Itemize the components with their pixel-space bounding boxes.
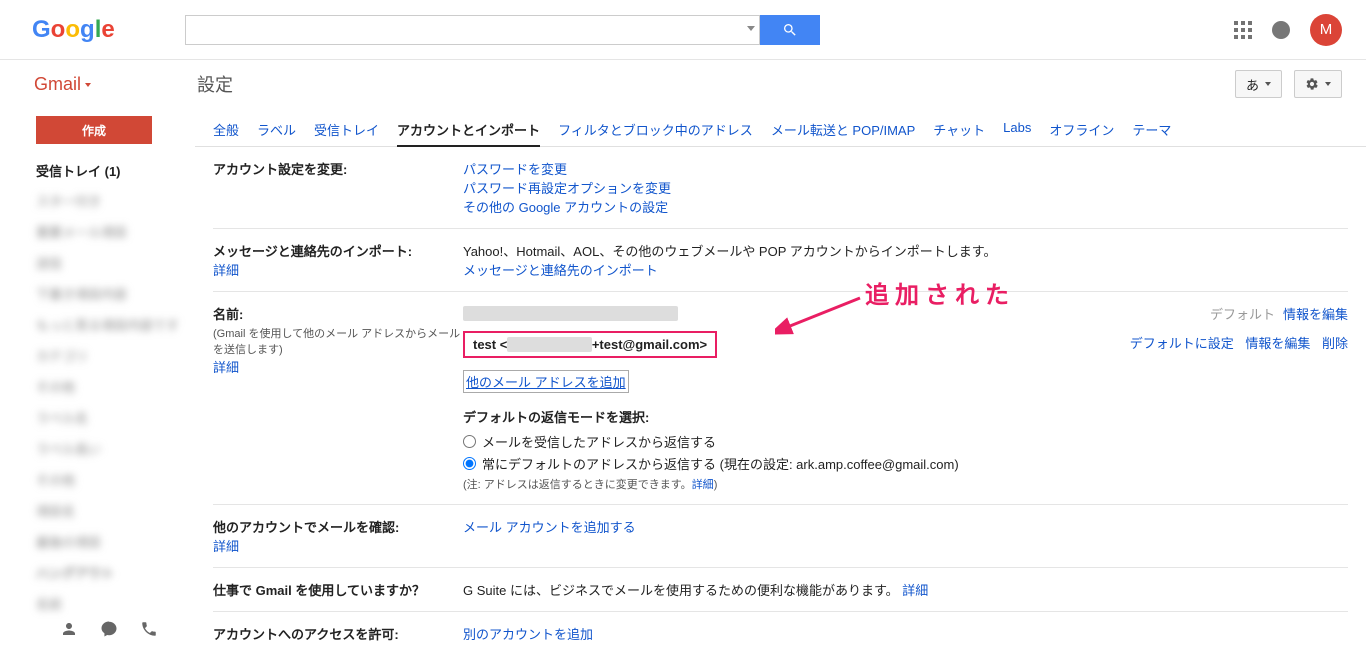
link-other-accounts-detail[interactable]: 詳細: [213, 539, 239, 554]
alias-default-label: デフォルト: [1210, 307, 1275, 322]
link-import-messages[interactable]: メッセージと連絡先のインポート: [463, 263, 658, 278]
label-gsuite: 仕事で Gmail を使用していますか？: [213, 583, 425, 598]
row-account-change: アカウント設定を変更: パスワードを変更 パスワード再設定オプションを変更 その…: [213, 147, 1348, 229]
apps-icon[interactable]: [1234, 21, 1252, 39]
link-import-detail[interactable]: 詳細: [213, 263, 239, 278]
subheader-right: あ: [1235, 70, 1342, 98]
settings-body: アカウント設定を変更: パスワードを変更 パスワード再設定オプションを変更 その…: [195, 147, 1366, 646]
sidebar-item-blurred[interactable]: もっと見る項目内容です: [0, 309, 195, 340]
sidebar-bottom: [0, 620, 195, 638]
alias-row-default: xxxxxxxxxxxxxxxxxxxxxxxxxxxxxxxxx デフォルト情…: [463, 304, 1348, 323]
text-import-desc: Yahoo!、Hotmail、AOL、その他のウェブメールや POP アカウント…: [463, 244, 996, 259]
label-account-change: アカウント設定を変更:: [213, 162, 347, 177]
search-input[interactable]: [185, 15, 760, 45]
alias-row-test: test <xxxxxxxxxxxxx+test@gmail.com> デフォル…: [463, 327, 1348, 358]
tab-themes[interactable]: テーマ: [1132, 114, 1171, 146]
search-icon: [782, 22, 798, 38]
phone-icon[interactable]: [140, 620, 158, 638]
sidebar-item-blurred[interactable]: 名前: [0, 588, 195, 619]
alias-default-blurred: xxxxxxxxxxxxxxxxxxxxxxxxxxxxxxxxx: [463, 306, 678, 321]
label-grant: アカウントへのアクセスを許可:: [213, 627, 399, 642]
tab-labs[interactable]: Labs: [1003, 114, 1031, 146]
search-drop-icon[interactable]: [747, 26, 755, 31]
tab-chat[interactable]: チャット: [933, 114, 985, 146]
reply-option-1[interactable]: メールを受信したアドレスから返信する: [463, 432, 1348, 451]
reply-note-link[interactable]: 詳細: [692, 479, 714, 491]
settings-gear-button[interactable]: [1294, 70, 1342, 98]
sidebar-item-blurred[interactable]: 送信: [0, 247, 195, 278]
sidebar-item-blurred[interactable]: 最後の項目: [0, 526, 195, 557]
link-change-password[interactable]: パスワードを変更: [463, 162, 567, 177]
alias-test-highlighted: test <xxxxxxxxxxxxx+test@gmail.com>: [463, 331, 717, 358]
link-other-settings[interactable]: その他の Google アカウントの設定: [463, 200, 668, 215]
alias1-edit[interactable]: 情報を編集: [1283, 307, 1348, 322]
sidebar-item-inbox[interactable]: 受信トレイ (1): [0, 156, 195, 185]
label-name-sub: (Gmail を使用して他のメール アドレスからメールを送信します): [213, 325, 463, 357]
gear-icon: [1305, 77, 1319, 91]
label-other-accounts: 他のアカウントでメールを確認:: [213, 520, 399, 535]
main: 全般 ラベル 受信トレイ アカウントとインポート フィルタとブロック中のアドレス…: [195, 108, 1366, 646]
page-title: 設定: [197, 71, 233, 97]
sidebar-item-blurred[interactable]: ラベル名: [0, 402, 195, 433]
sidebar-item-blurred[interactable]: スター付き: [0, 185, 195, 216]
link-recovery-options[interactable]: パスワード再設定オプションを変更: [463, 181, 671, 196]
hangouts-icon[interactable]: [100, 620, 118, 638]
link-gsuite-detail[interactable]: 詳細: [902, 583, 928, 598]
reply-option-2[interactable]: 常にデフォルトのアドレスから返信する (現在の設定: ark.amp.coffe…: [463, 454, 1348, 473]
input-tools-button[interactable]: あ: [1235, 70, 1282, 98]
person-icon[interactable]: [60, 620, 78, 638]
row-name: 名前: (Gmail を使用して他のメール アドレスからメールを送信します) 詳…: [213, 292, 1348, 505]
search-wrap: [185, 15, 820, 45]
settings-tabs: 全般 ラベル 受信トレイ アカウントとインポート フィルタとブロック中のアドレス…: [195, 108, 1366, 147]
label-import: メッセージと連絡先のインポート:: [213, 244, 412, 259]
reply-radio-2[interactable]: [463, 457, 476, 470]
sidebar-item-blurred[interactable]: ラベル長い: [0, 433, 195, 464]
search-button[interactable]: [760, 15, 820, 45]
sidebar-item-blurred[interactable]: その他: [0, 464, 195, 495]
reply-note: (注: アドレスは返信するときに変更できます。詳細): [463, 476, 1348, 492]
reply-mode-title: デフォルトの返信モードを選択:: [463, 407, 1348, 426]
header-right: M: [1234, 14, 1342, 46]
header: Google M: [0, 0, 1366, 60]
subheader: Gmail 設定 あ: [0, 60, 1366, 108]
tab-inbox[interactable]: 受信トレイ: [314, 114, 379, 146]
tab-offline[interactable]: オフライン: [1049, 114, 1114, 146]
label-name: 名前:: [213, 307, 243, 322]
sidebar-item-blurred[interactable]: カテゴリ: [0, 340, 195, 371]
link-add-alias[interactable]: 他のメール アドレスを追加: [463, 370, 629, 393]
link-add-another-account[interactable]: 別のアカウントを追加: [463, 627, 593, 642]
tab-filters[interactable]: フィルタとブロック中のアドレス: [558, 114, 753, 146]
alias2-set-default[interactable]: デフォルトに設定: [1130, 336, 1234, 351]
google-logo[interactable]: Google: [32, 16, 115, 44]
sidebar-item-blurred[interactable]: 重要メール項目: [0, 216, 195, 247]
tab-general[interactable]: 全般: [213, 114, 239, 146]
alias2-delete[interactable]: 削除: [1322, 336, 1348, 351]
compose-button[interactable]: 作成: [36, 116, 152, 144]
tab-accounts[interactable]: アカウントとインポート: [397, 114, 540, 147]
sidebar-item-blurred[interactable]: ハングアウト: [0, 557, 195, 588]
container: 作成 受信トレイ (1) スター付き 重要メール項目 送信 下書き項目内容 もっ…: [0, 108, 1366, 646]
tab-forwarding[interactable]: メール転送と POP/IMAP: [771, 114, 915, 146]
sidebar-item-blurred[interactable]: 項目名: [0, 495, 195, 526]
reply-radio-1[interactable]: [463, 435, 476, 448]
gmail-dropdown[interactable]: Gmail: [34, 74, 91, 95]
sidebar: 作成 受信トレイ (1) スター付き 重要メール項目 送信 下書き項目内容 もっ…: [0, 108, 195, 646]
row-gsuite: 仕事で Gmail を使用していますか？ G Suite には、ビジネスでメール…: [213, 568, 1348, 612]
row-import: メッセージと連絡先のインポート: 詳細 Yahoo!、Hotmail、AOL、そ…: [213, 229, 1348, 292]
link-name-detail[interactable]: 詳細: [213, 360, 239, 375]
sidebar-item-blurred[interactable]: その他: [0, 371, 195, 402]
alias2-edit[interactable]: 情報を編集: [1245, 336, 1310, 351]
notifications-icon[interactable]: [1272, 21, 1290, 39]
avatar[interactable]: M: [1310, 14, 1342, 46]
tab-labels[interactable]: ラベル: [257, 114, 296, 146]
link-add-mail-account[interactable]: メール アカウントを追加する: [463, 520, 636, 535]
sidebar-item-blurred[interactable]: 下書き項目内容: [0, 278, 195, 309]
row-other-accounts: 他のアカウントでメールを確認: 詳細 メール アカウントを追加する: [213, 505, 1348, 568]
row-grant-access: アカウントへのアクセスを許可: (あなたのメールボックスで閲覧/送信できるように…: [213, 612, 1348, 646]
text-gsuite-desc: G Suite には、ビジネスでメールを使用するための便利な機能があります。: [463, 583, 899, 598]
